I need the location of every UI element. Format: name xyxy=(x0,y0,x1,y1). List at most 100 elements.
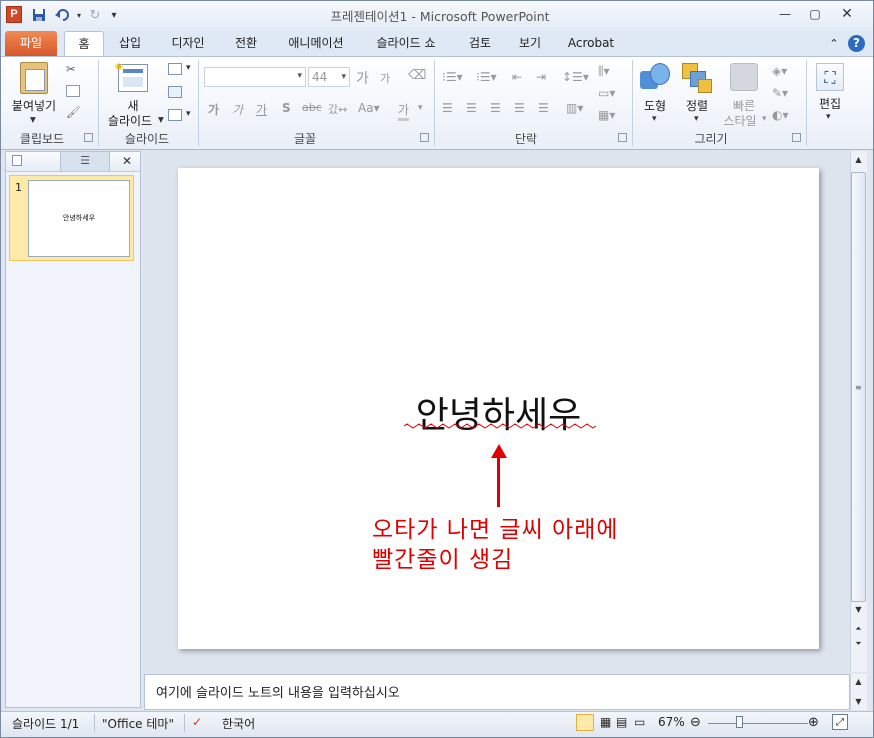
normal-view-icon[interactable] xyxy=(576,714,594,731)
drawing-launcher-icon[interactable] xyxy=(792,133,801,142)
arrange-button[interactable]: 정렬 xyxy=(680,97,714,114)
increase-indent-icon[interactable]: ⇥ xyxy=(536,70,546,84)
notes-scroll-down-icon[interactable]: ▼ xyxy=(851,695,866,709)
new-slide-dropdown-icon[interactable]: ▾ xyxy=(158,112,164,126)
zoom-level[interactable]: 67% xyxy=(658,715,685,729)
tab-slideshow[interactable]: 슬라이드 쇼 xyxy=(364,31,448,56)
next-slide-icon[interactable]: ⏷ xyxy=(851,637,866,651)
save-icon[interactable] xyxy=(30,6,48,24)
spell-check-icon[interactable]: ✓ xyxy=(192,715,202,729)
bullets-icon[interactable]: ⁝☰▾ xyxy=(442,70,463,84)
new-slide-label-line2[interactable]: 슬라이드 xyxy=(102,112,158,129)
section-dropdown-icon[interactable]: ▾ xyxy=(186,109,191,119)
reading-view-icon[interactable]: ▤ xyxy=(616,715,627,729)
strikethrough-icon[interactable]: abc xyxy=(302,101,322,114)
align-center-icon[interactable]: ☰ xyxy=(466,101,477,115)
tab-insert[interactable]: 삽입 xyxy=(108,31,152,56)
tab-file[interactable]: 파일 xyxy=(5,31,57,56)
numbering-icon[interactable]: ⁝☰▾ xyxy=(476,70,497,84)
slideshow-view-icon[interactable]: ▭ xyxy=(634,715,645,729)
align-left-icon[interactable]: ☰ xyxy=(442,101,453,115)
font-size-combo[interactable]: 44 ▾ xyxy=(308,67,350,87)
shrink-font-icon[interactable]: 가 xyxy=(380,70,390,86)
zoom-out-icon[interactable]: ⊖ xyxy=(690,715,701,730)
zoom-in-icon[interactable]: ⊕ xyxy=(808,715,819,730)
bold-icon[interactable]: 가 xyxy=(208,101,219,118)
language-status[interactable]: 한국어 xyxy=(222,715,255,732)
paste-dropdown-icon[interactable]: ▾ xyxy=(30,112,38,126)
arrange-dropdown-icon[interactable]: ▾ xyxy=(694,114,699,124)
outline-tab-icon[interactable]: ☰ xyxy=(60,152,110,171)
copy-icon[interactable] xyxy=(66,85,80,97)
font-size-dropdown-icon[interactable]: ▾ xyxy=(341,68,346,86)
font-name-combo[interactable]: ▾ xyxy=(204,67,306,87)
tab-view[interactable]: 보기 xyxy=(508,31,552,56)
fit-to-window-icon[interactable]: ⤢ xyxy=(832,714,848,730)
underline-icon[interactable]: 가 xyxy=(256,101,267,118)
quick-styles-label-line2[interactable]: 스타일 xyxy=(718,112,762,129)
shapes-button[interactable]: 도형 xyxy=(638,97,672,114)
scroll-up-icon[interactable]: ▲ xyxy=(851,153,866,167)
cut-icon[interactable]: ✂ xyxy=(66,62,80,78)
scroll-down-icon[interactable]: ▼ xyxy=(851,603,866,617)
tab-acrobat[interactable]: Acrobat xyxy=(562,31,620,56)
shape-outline-icon[interactable]: ✎▾ xyxy=(772,86,788,100)
layout-dropdown-icon[interactable]: ▾ xyxy=(186,63,191,73)
align-right-icon[interactable]: ☰ xyxy=(490,101,501,115)
decrease-indent-icon[interactable]: ⇤ xyxy=(512,70,522,84)
close-panel-icon[interactable]: ✕ xyxy=(122,154,132,168)
font-color-icon[interactable]: 가 xyxy=(398,101,410,121)
tab-animations[interactable]: 애니메이션 xyxy=(280,31,352,56)
powerpoint-app-icon[interactable]: P xyxy=(6,6,22,23)
smartart-icon[interactable]: ▦▾ xyxy=(598,108,615,122)
text-direction-icon[interactable]: ⫼▾ xyxy=(598,64,610,79)
paste-icon[interactable] xyxy=(20,62,48,94)
tab-transitions[interactable]: 전환 xyxy=(224,31,268,56)
columns-icon[interactable]: ▥▾ xyxy=(566,101,583,115)
shapes-icon[interactable] xyxy=(640,63,670,93)
undo-dropdown-icon[interactable]: ▾ xyxy=(74,6,84,24)
clipboard-launcher-icon[interactable] xyxy=(84,133,93,142)
shape-effects-icon[interactable]: ◐▾ xyxy=(772,108,789,122)
find-binoculars-icon[interactable]: ⛶ xyxy=(816,63,844,91)
align-text-icon[interactable]: ▭▾ xyxy=(598,86,615,100)
tab-home[interactable]: 홈 xyxy=(64,31,104,56)
change-case-icon[interactable]: Aa▾ xyxy=(358,101,380,115)
minimize-ribbon-icon[interactable]: ⌃ xyxy=(826,31,842,56)
customize-icon[interactable]: ▾ xyxy=(108,6,120,24)
slide-sorter-icon[interactable]: ▦ xyxy=(600,715,611,729)
font-name-dropdown-icon[interactable]: ▾ xyxy=(297,71,302,81)
shape-fill-icon[interactable]: ◈▾ xyxy=(772,64,787,78)
editing-button[interactable]: 편집 xyxy=(812,95,848,112)
justify-icon[interactable]: ☰ xyxy=(514,101,525,115)
notes-placeholder[interactable]: 여기에 슬라이드 노트의 내용을 입력하십시오 xyxy=(156,682,400,701)
section-icon[interactable] xyxy=(168,109,182,121)
tab-design[interactable]: 디자인 xyxy=(160,31,216,56)
tab-review[interactable]: 검토 xyxy=(458,31,502,56)
theme-status[interactable]: "Office 테마" xyxy=(102,715,174,732)
quick-styles-icon[interactable] xyxy=(730,63,758,91)
reset-icon[interactable] xyxy=(168,86,182,98)
shapes-dropdown-icon[interactable]: ▾ xyxy=(652,114,657,124)
arrange-icon[interactable] xyxy=(682,63,712,93)
font-launcher-icon[interactable] xyxy=(420,133,429,142)
help-icon[interactable]: ? xyxy=(848,35,865,52)
zoom-slider-thumb[interactable] xyxy=(736,716,743,728)
maximize-icon[interactable]: ▢ xyxy=(802,4,828,24)
clear-formatting-icon[interactable]: ⌫ xyxy=(408,68,426,83)
undo-icon[interactable] xyxy=(52,6,74,24)
format-painter-icon[interactable]: 🖌 xyxy=(66,105,81,119)
char-spacing-icon[interactable]: 갔↔ xyxy=(328,101,347,117)
italic-icon[interactable]: 가 xyxy=(232,101,243,118)
notes-scroll-up-icon[interactable]: ▲ xyxy=(851,675,866,689)
previous-slide-icon[interactable]: ⏶ xyxy=(851,622,866,636)
close-icon[interactable]: ✕ xyxy=(834,4,860,24)
grow-font-icon[interactable]: 가 xyxy=(356,68,369,88)
font-color-dropdown-icon[interactable]: ▾ xyxy=(418,103,423,113)
editing-dropdown-icon[interactable]: ▾ xyxy=(826,112,831,122)
paragraph-launcher-icon[interactable] xyxy=(618,133,627,142)
layout-icon[interactable] xyxy=(168,63,182,75)
line-spacing-icon[interactable]: ↕☰▾ xyxy=(562,70,589,84)
slides-tab-icon[interactable] xyxy=(12,155,22,166)
zoom-slider[interactable] xyxy=(708,723,808,724)
